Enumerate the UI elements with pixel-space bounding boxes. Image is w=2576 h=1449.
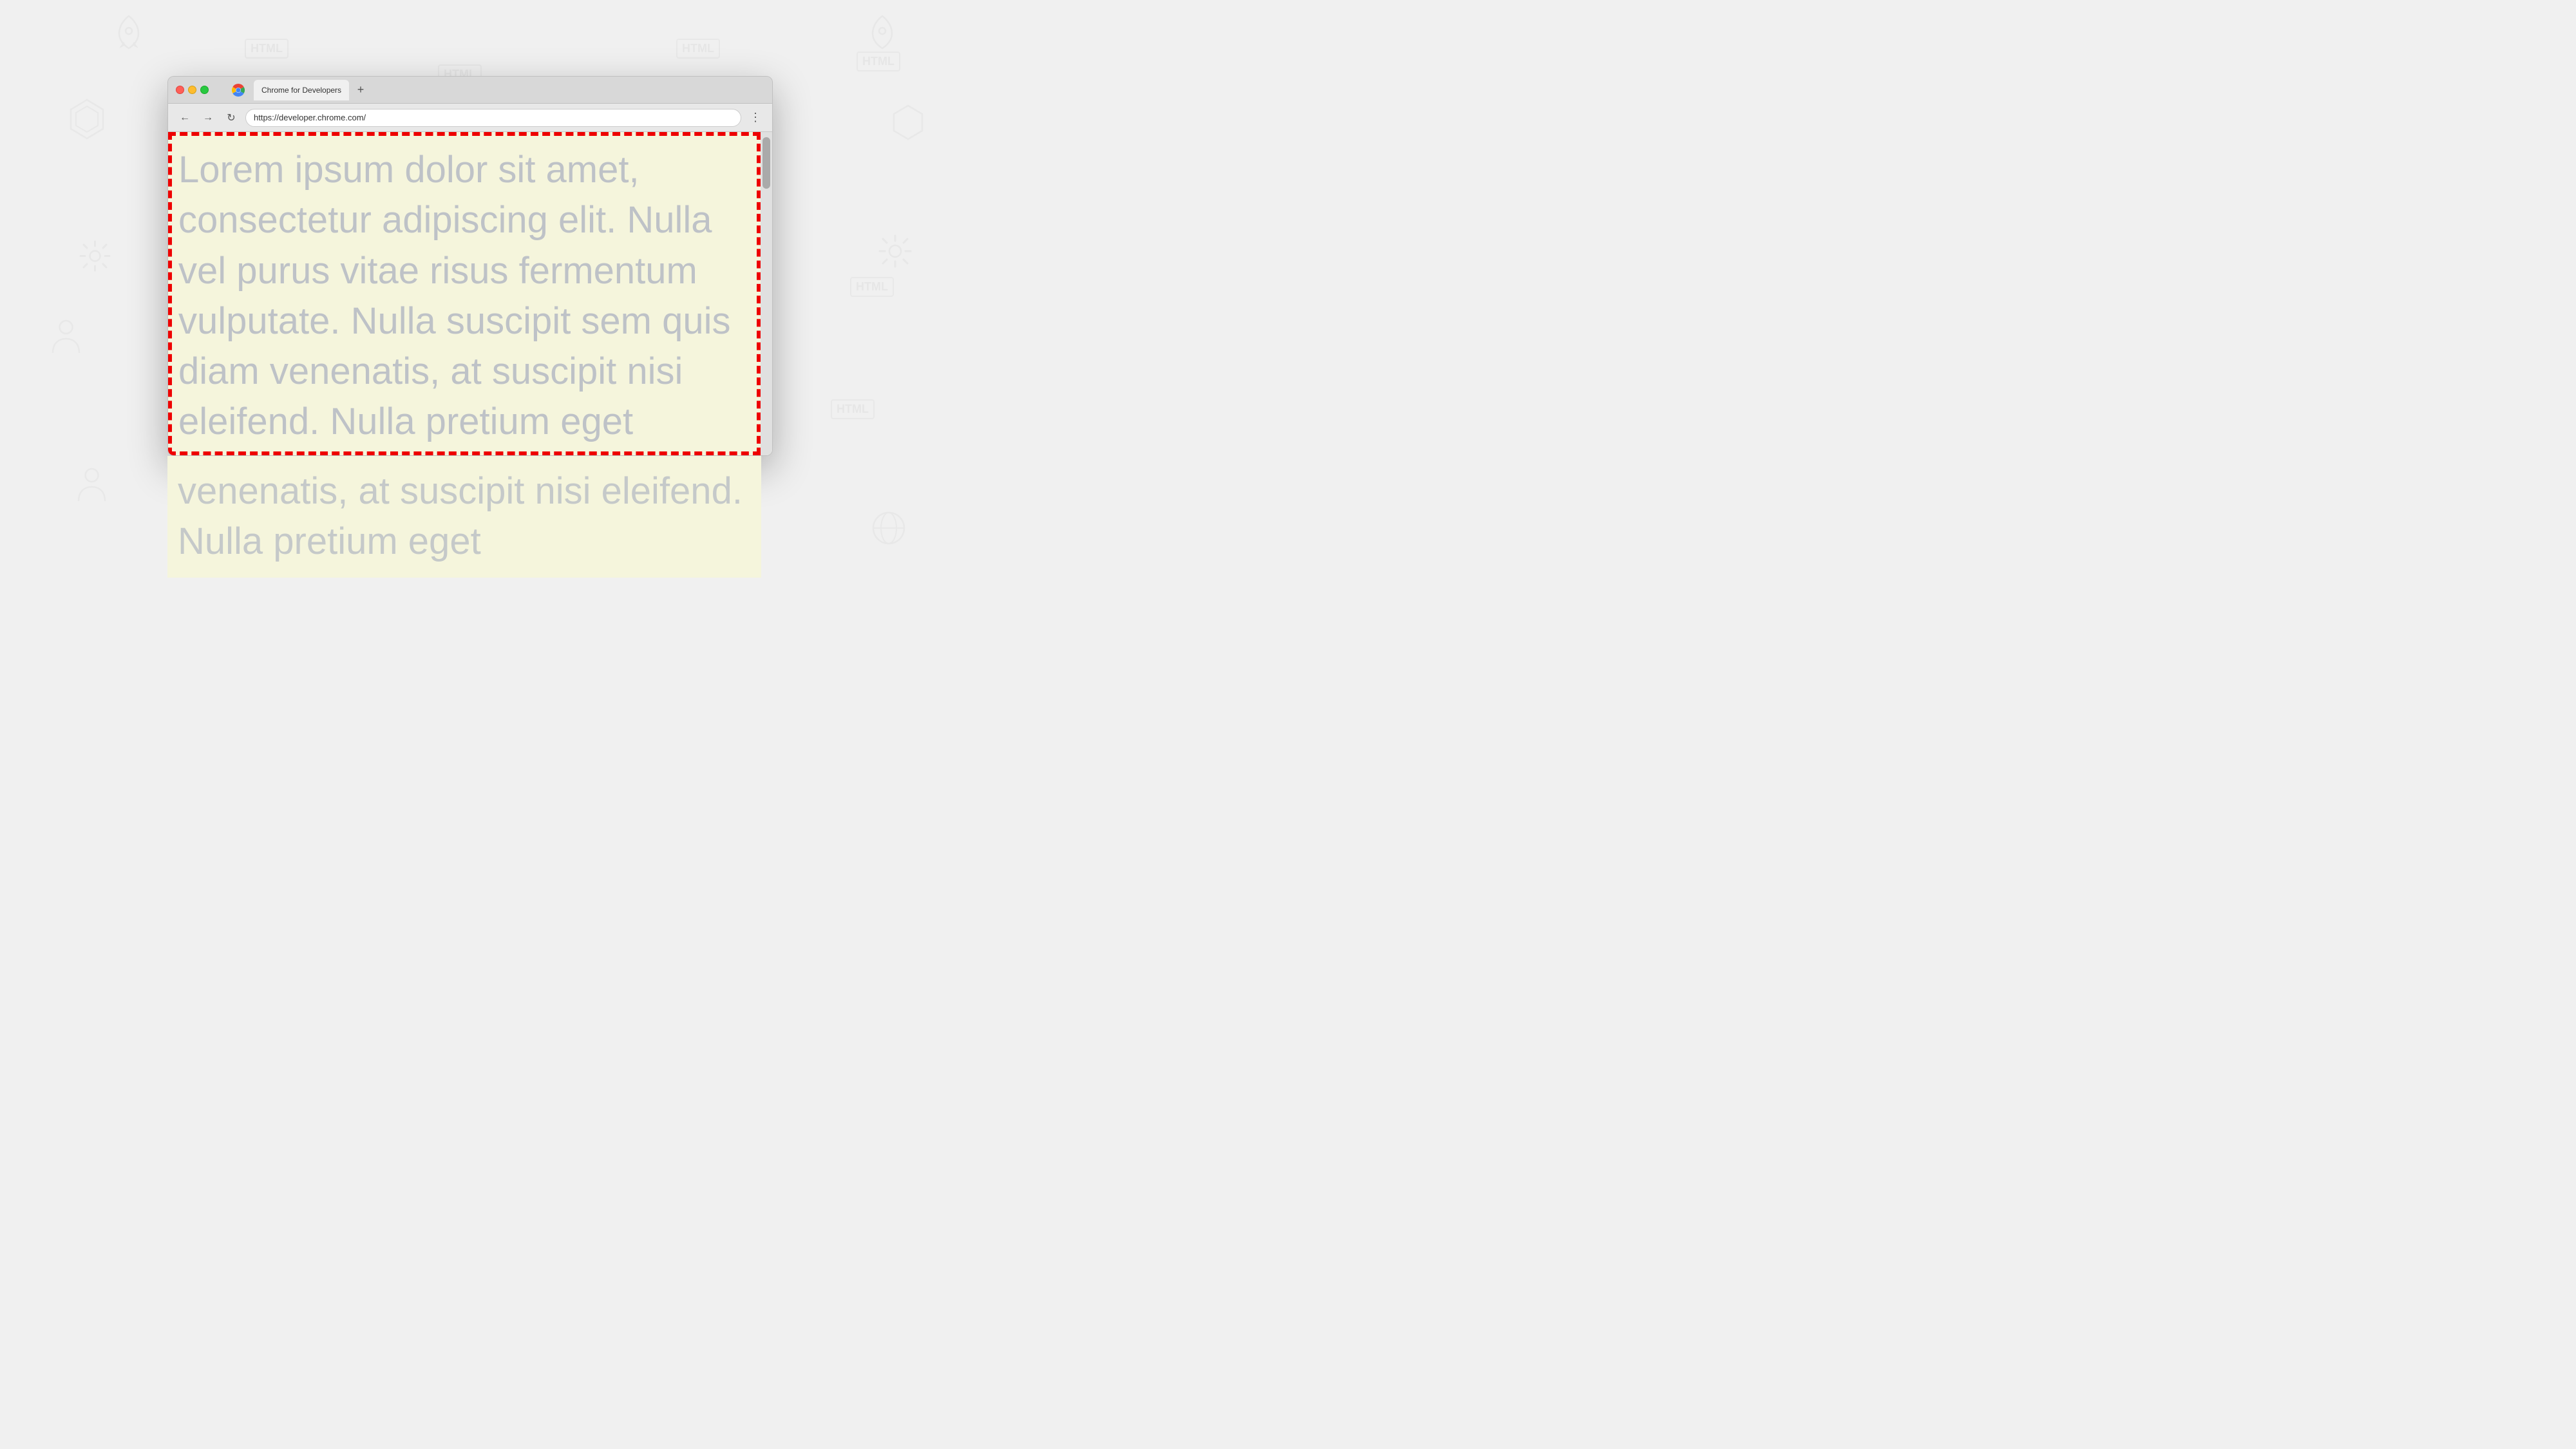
scrollbar-track[interactable] [761, 132, 772, 455]
bg-person-icon [45, 316, 87, 357]
lorem-ipsum-text: Lorem ipsum dolor sit amet, consectetur … [178, 149, 731, 442]
browser-menu-button[interactable]: ⋮ [746, 109, 764, 127]
title-bar: Chrome for Developers + [168, 77, 772, 104]
browser-window: Chrome for Developers + ← → ↻ https://de… [167, 76, 773, 456]
bg-html-badge-b2: HTML [451, 515, 495, 535]
address-bar[interactable]: https://developer.chrome.com/ [245, 109, 741, 127]
bg-gear-icon-r [876, 232, 914, 270]
tab-area: Chrome for Developers + [250, 80, 764, 100]
reload-icon: ↻ [227, 111, 235, 124]
bg-rocket-icon [109, 13, 148, 52]
bg-html-badge-b1: HTML [245, 483, 289, 503]
tab-title: Chrome for Developers [261, 86, 341, 95]
bg-person-icon-b [71, 464, 113, 506]
bg-html-badge-3: HTML [676, 39, 720, 59]
bg-html-badge-4: HTML [857, 52, 900, 71]
browser-tab[interactable]: Chrome for Developers [254, 80, 349, 100]
address-text: https://developer.chrome.com/ [254, 113, 366, 122]
bg-rocket-icon-r [863, 13, 902, 52]
bg-hex-icon [64, 97, 109, 142]
browser-viewport: Lorem ipsum dolor sit amet, consectetur … [168, 132, 772, 455]
menu-icon: ⋮ [750, 111, 761, 124]
dashed-border-overlay [168, 132, 761, 455]
bg-hex-icon-r [889, 103, 927, 142]
below-window-text: venenatis, at suscipit nisi eleifend. Nu… [167, 456, 761, 578]
forward-icon: → [203, 112, 213, 124]
reload-button[interactable]: ↻ [222, 109, 240, 127]
forward-button[interactable]: → [199, 109, 217, 127]
bg-html-badge-r2: HTML [831, 399, 875, 419]
back-button[interactable]: ← [176, 109, 194, 127]
close-button[interactable] [176, 86, 184, 94]
minimize-button[interactable] [188, 86, 196, 94]
chrome-logo-icon [232, 84, 245, 97]
nav-bar: ← → ↻ https://developer.chrome.com/ ⋮ [168, 104, 772, 132]
bg-html-badge-1: HTML [245, 39, 289, 59]
bg-globe-icon [869, 509, 908, 547]
page-content-text: Lorem ipsum dolor sit amet, consectetur … [168, 132, 761, 455]
new-tab-button[interactable]: + [352, 81, 370, 99]
bg-gear-icon [77, 238, 113, 274]
maximize-button[interactable] [200, 86, 209, 94]
scrollbar-thumb[interactable] [762, 137, 770, 189]
traffic-lights [176, 86, 209, 94]
bg-html-badge-r1: HTML [850, 277, 894, 297]
back-icon: ← [180, 112, 190, 124]
